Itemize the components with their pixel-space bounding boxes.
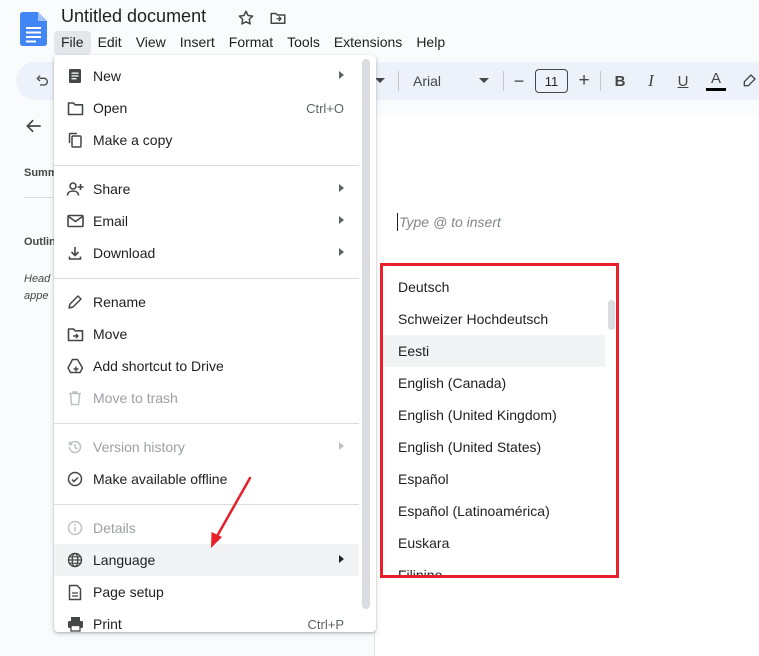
- language-option-espanol-latinoamerica[interactable]: Español (Latinoamérica): [383, 495, 605, 527]
- menu-item-share[interactable]: Share: [54, 173, 359, 205]
- language-option-euskara[interactable]: Euskara: [383, 527, 605, 559]
- font-name: Arial: [413, 73, 442, 89]
- menu-item-make-a-copy[interactable]: Make a copy: [54, 124, 359, 156]
- person-add-icon: [66, 180, 84, 198]
- toolbar-divider: [600, 71, 601, 91]
- submenu-arrow-icon: [339, 71, 344, 79]
- font-size-input[interactable]: 11: [535, 62, 568, 100]
- insert-placeholder[interactable]: Type @ to insert: [399, 214, 501, 230]
- submenu-arrow-icon: [339, 216, 344, 224]
- toolbar-divider: [398, 71, 399, 91]
- undo-icon[interactable]: [30, 62, 54, 100]
- menu-edit[interactable]: Edit: [91, 31, 129, 55]
- headings-hint-line1: Head: [24, 273, 51, 285]
- menu-tools[interactable]: Tools: [280, 31, 327, 55]
- menu-file[interactable]: File: [54, 31, 91, 55]
- globe-icon: [66, 551, 84, 569]
- trash-icon: [66, 389, 84, 407]
- bold-button[interactable]: B: [612, 62, 628, 100]
- offline-check-icon: [66, 470, 84, 488]
- language-option-eesti[interactable]: Eesti: [383, 335, 605, 367]
- outline-divider: [24, 197, 54, 198]
- submenu-arrow-icon: [339, 184, 344, 192]
- history-icon: [66, 438, 84, 456]
- language-option-english-us[interactable]: English (United States): [383, 431, 605, 463]
- summary-label: Summ: [24, 167, 58, 179]
- star-icon[interactable]: [236, 8, 256, 28]
- outline-label: Outlin: [24, 236, 56, 248]
- language-option-deutsch[interactable]: Deutsch: [383, 271, 605, 303]
- language-option-schweizer-hochdeutsch[interactable]: Schweizer Hochdeutsch: [383, 303, 605, 335]
- menu-divider: [54, 423, 359, 424]
- pencil-icon: [66, 293, 84, 311]
- menu-item-move-to-trash[interactable]: Move to trash: [54, 382, 359, 414]
- text-cursor: [397, 213, 398, 231]
- menu-extensions[interactable]: Extensions: [327, 31, 409, 55]
- menu-item-new[interactable]: New: [54, 60, 359, 92]
- menu-item-page-setup[interactable]: Page setup: [54, 576, 359, 608]
- underline-button[interactable]: U: [675, 62, 691, 100]
- menu-scrollbar[interactable]: [362, 59, 370, 609]
- text-color-button[interactable]: A: [705, 62, 727, 100]
- highlight-pen-icon[interactable]: [740, 62, 758, 100]
- menu-item-download[interactable]: Download: [54, 237, 359, 269]
- mail-icon: [66, 212, 84, 230]
- menu-insert[interactable]: Insert: [173, 31, 222, 55]
- text-color-swatch: [706, 87, 726, 91]
- menu-divider: [54, 165, 359, 166]
- folder-icon: [66, 99, 84, 117]
- headings-hint-line2: appe: [24, 290, 49, 302]
- move-folder-icon[interactable]: [268, 8, 288, 28]
- font-dropdown-arrow-icon: [479, 78, 489, 83]
- menu-bar: File Edit View Insert Format Tools Exten…: [54, 31, 452, 55]
- italic-button[interactable]: I: [643, 62, 659, 100]
- decrease-font-size-button[interactable]: −: [510, 62, 528, 100]
- menu-view[interactable]: View: [129, 31, 173, 55]
- info-icon: [66, 519, 84, 537]
- toolbar-divider: [503, 71, 504, 91]
- menu-item-version-history[interactable]: Version history: [54, 431, 359, 463]
- submenu-arrow-icon: [339, 248, 344, 256]
- language-option-english-uk[interactable]: English (United Kingdom): [383, 399, 605, 431]
- copy-icon: [66, 131, 84, 149]
- folder-move-icon: [66, 325, 84, 343]
- menu-format[interactable]: Format: [222, 31, 280, 55]
- font-dropdown[interactable]: Arial: [406, 62, 496, 100]
- download-icon: [66, 244, 84, 262]
- menu-item-print[interactable]: Print Ctrl+P: [54, 608, 359, 632]
- page-icon: [66, 583, 84, 601]
- menu-divider: [54, 278, 359, 279]
- doc-icon: [66, 67, 84, 85]
- increase-font-size-button[interactable]: +: [575, 62, 593, 100]
- menu-item-move[interactable]: Move: [54, 318, 359, 350]
- menu-item-rename[interactable]: Rename: [54, 286, 359, 318]
- language-submenu-scrollbar[interactable]: [608, 300, 615, 330]
- back-arrow-icon[interactable]: [24, 116, 44, 141]
- language-option-espanol[interactable]: Español: [383, 463, 605, 495]
- document-title[interactable]: Untitled document: [61, 6, 206, 27]
- submenu-arrow-icon: [339, 442, 344, 450]
- docs-logo-icon[interactable]: [20, 12, 47, 46]
- language-option-english-canada[interactable]: English (Canada): [383, 367, 605, 399]
- menu-help[interactable]: Help: [409, 31, 452, 55]
- menu-item-add-shortcut-to-drive[interactable]: Add shortcut to Drive: [54, 350, 359, 382]
- menu-item-open[interactable]: Open Ctrl+O: [54, 92, 359, 124]
- annotation-arrow-icon: [211, 476, 252, 548]
- submenu-arrow-icon: [339, 555, 344, 563]
- drive-shortcut-icon: [66, 357, 84, 375]
- menu-item-email[interactable]: Email: [54, 205, 359, 237]
- language-submenu: Deutsch Schweizer Hochdeutsch Eesti Engl…: [380, 263, 619, 578]
- language-option-filipino[interactable]: Filipino: [383, 559, 605, 575]
- printer-icon: [66, 615, 84, 632]
